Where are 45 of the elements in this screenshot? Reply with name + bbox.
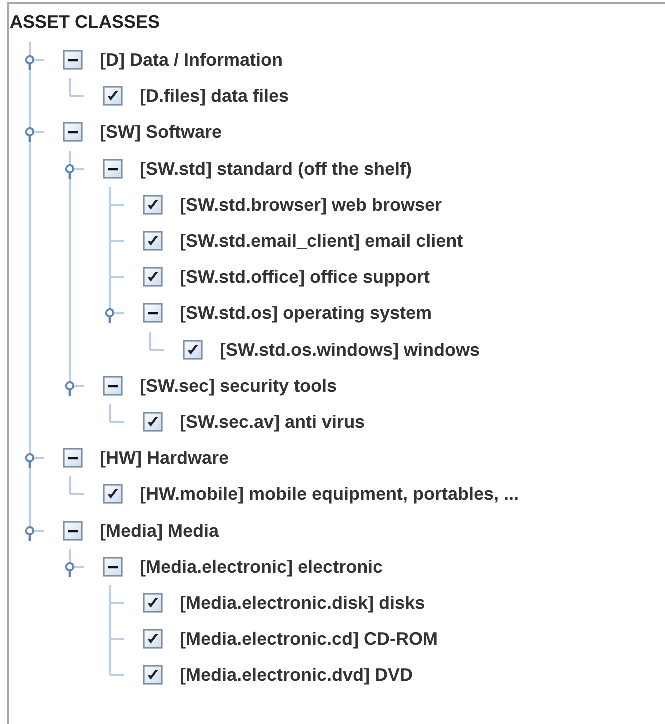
tree-node-label[interactable]: [SW.sec] security tools xyxy=(140,374,338,397)
tree-node-label[interactable]: [SW.sec.av] anti virus xyxy=(180,410,366,433)
tree-toggle-icon[interactable] xyxy=(64,162,76,179)
category-toggle-icon[interactable] xyxy=(63,448,83,468)
tree-toggle-icon[interactable] xyxy=(104,307,116,324)
tree-node-label[interactable]: [SW.std] standard (off the shelf) xyxy=(140,158,412,180)
category-toggle-icon[interactable] xyxy=(143,303,163,324)
checkbox[interactable] xyxy=(143,231,163,252)
checkbox[interactable] xyxy=(183,340,203,360)
tree-node-label[interactable]: [Media.electronic] electronic xyxy=(140,556,384,578)
tree-node-label[interactable]: [Media.electronic.dvd] DVD xyxy=(180,664,414,686)
checkbox[interactable] xyxy=(103,484,123,504)
tree-toggle-icon[interactable] xyxy=(24,452,36,468)
tree-root-label: ASSET CLASSES xyxy=(9,11,162,34)
tree-node-label[interactable]: [D] Data / Information xyxy=(100,49,283,72)
tree-node-label[interactable]: [SW.std.browser] web browser xyxy=(180,194,442,216)
category-toggle-icon[interactable] xyxy=(63,50,83,70)
tree-node-label[interactable]: [Media] Media xyxy=(100,520,220,542)
checkbox[interactable] xyxy=(103,86,123,106)
tree-node-label[interactable]: [Media.electronic.disk] disks xyxy=(180,592,426,614)
tree-toggle-icon[interactable] xyxy=(24,126,36,142)
tree-node-label[interactable]: [HW.mobile] mobile equipment, portables, ... xyxy=(140,483,520,506)
checkbox[interactable] xyxy=(143,665,163,686)
tree-toggle-icon[interactable] xyxy=(64,560,76,577)
category-toggle-icon[interactable] xyxy=(63,122,83,142)
checkbox[interactable] xyxy=(143,592,163,613)
tree-node-label[interactable]: [D.files] data files xyxy=(140,85,290,108)
checkbox[interactable] xyxy=(143,629,163,650)
tree-node-label[interactable]: [SW] Software xyxy=(100,121,222,144)
category-toggle-icon[interactable] xyxy=(103,376,123,396)
checkbox[interactable] xyxy=(143,412,163,432)
category-toggle-icon[interactable] xyxy=(63,520,83,541)
tree-node-label[interactable]: [SW.std.email_client] email client xyxy=(180,230,464,252)
tree-node-label[interactable]: [SW.std.office] office support xyxy=(180,266,430,288)
category-toggle-icon[interactable] xyxy=(103,158,123,179)
tree-toggle-icon[interactable] xyxy=(24,54,36,70)
tree-toggle-icon[interactable] xyxy=(64,380,76,396)
tree-node-label[interactable]: [SW.std.os] operating system xyxy=(180,302,432,324)
checkbox[interactable] xyxy=(143,194,163,215)
tree-node-label[interactable]: [HW] Hardware xyxy=(100,447,230,470)
category-toggle-icon[interactable] xyxy=(103,556,123,577)
tree-toggle-icon[interactable] xyxy=(24,524,36,541)
tree-node-label[interactable]: [Media.electronic.cd] CD-ROM xyxy=(180,628,438,650)
tree-node-label[interactable]: [SW.std.os.windows] windows xyxy=(220,338,480,361)
checkbox[interactable] xyxy=(143,267,163,288)
